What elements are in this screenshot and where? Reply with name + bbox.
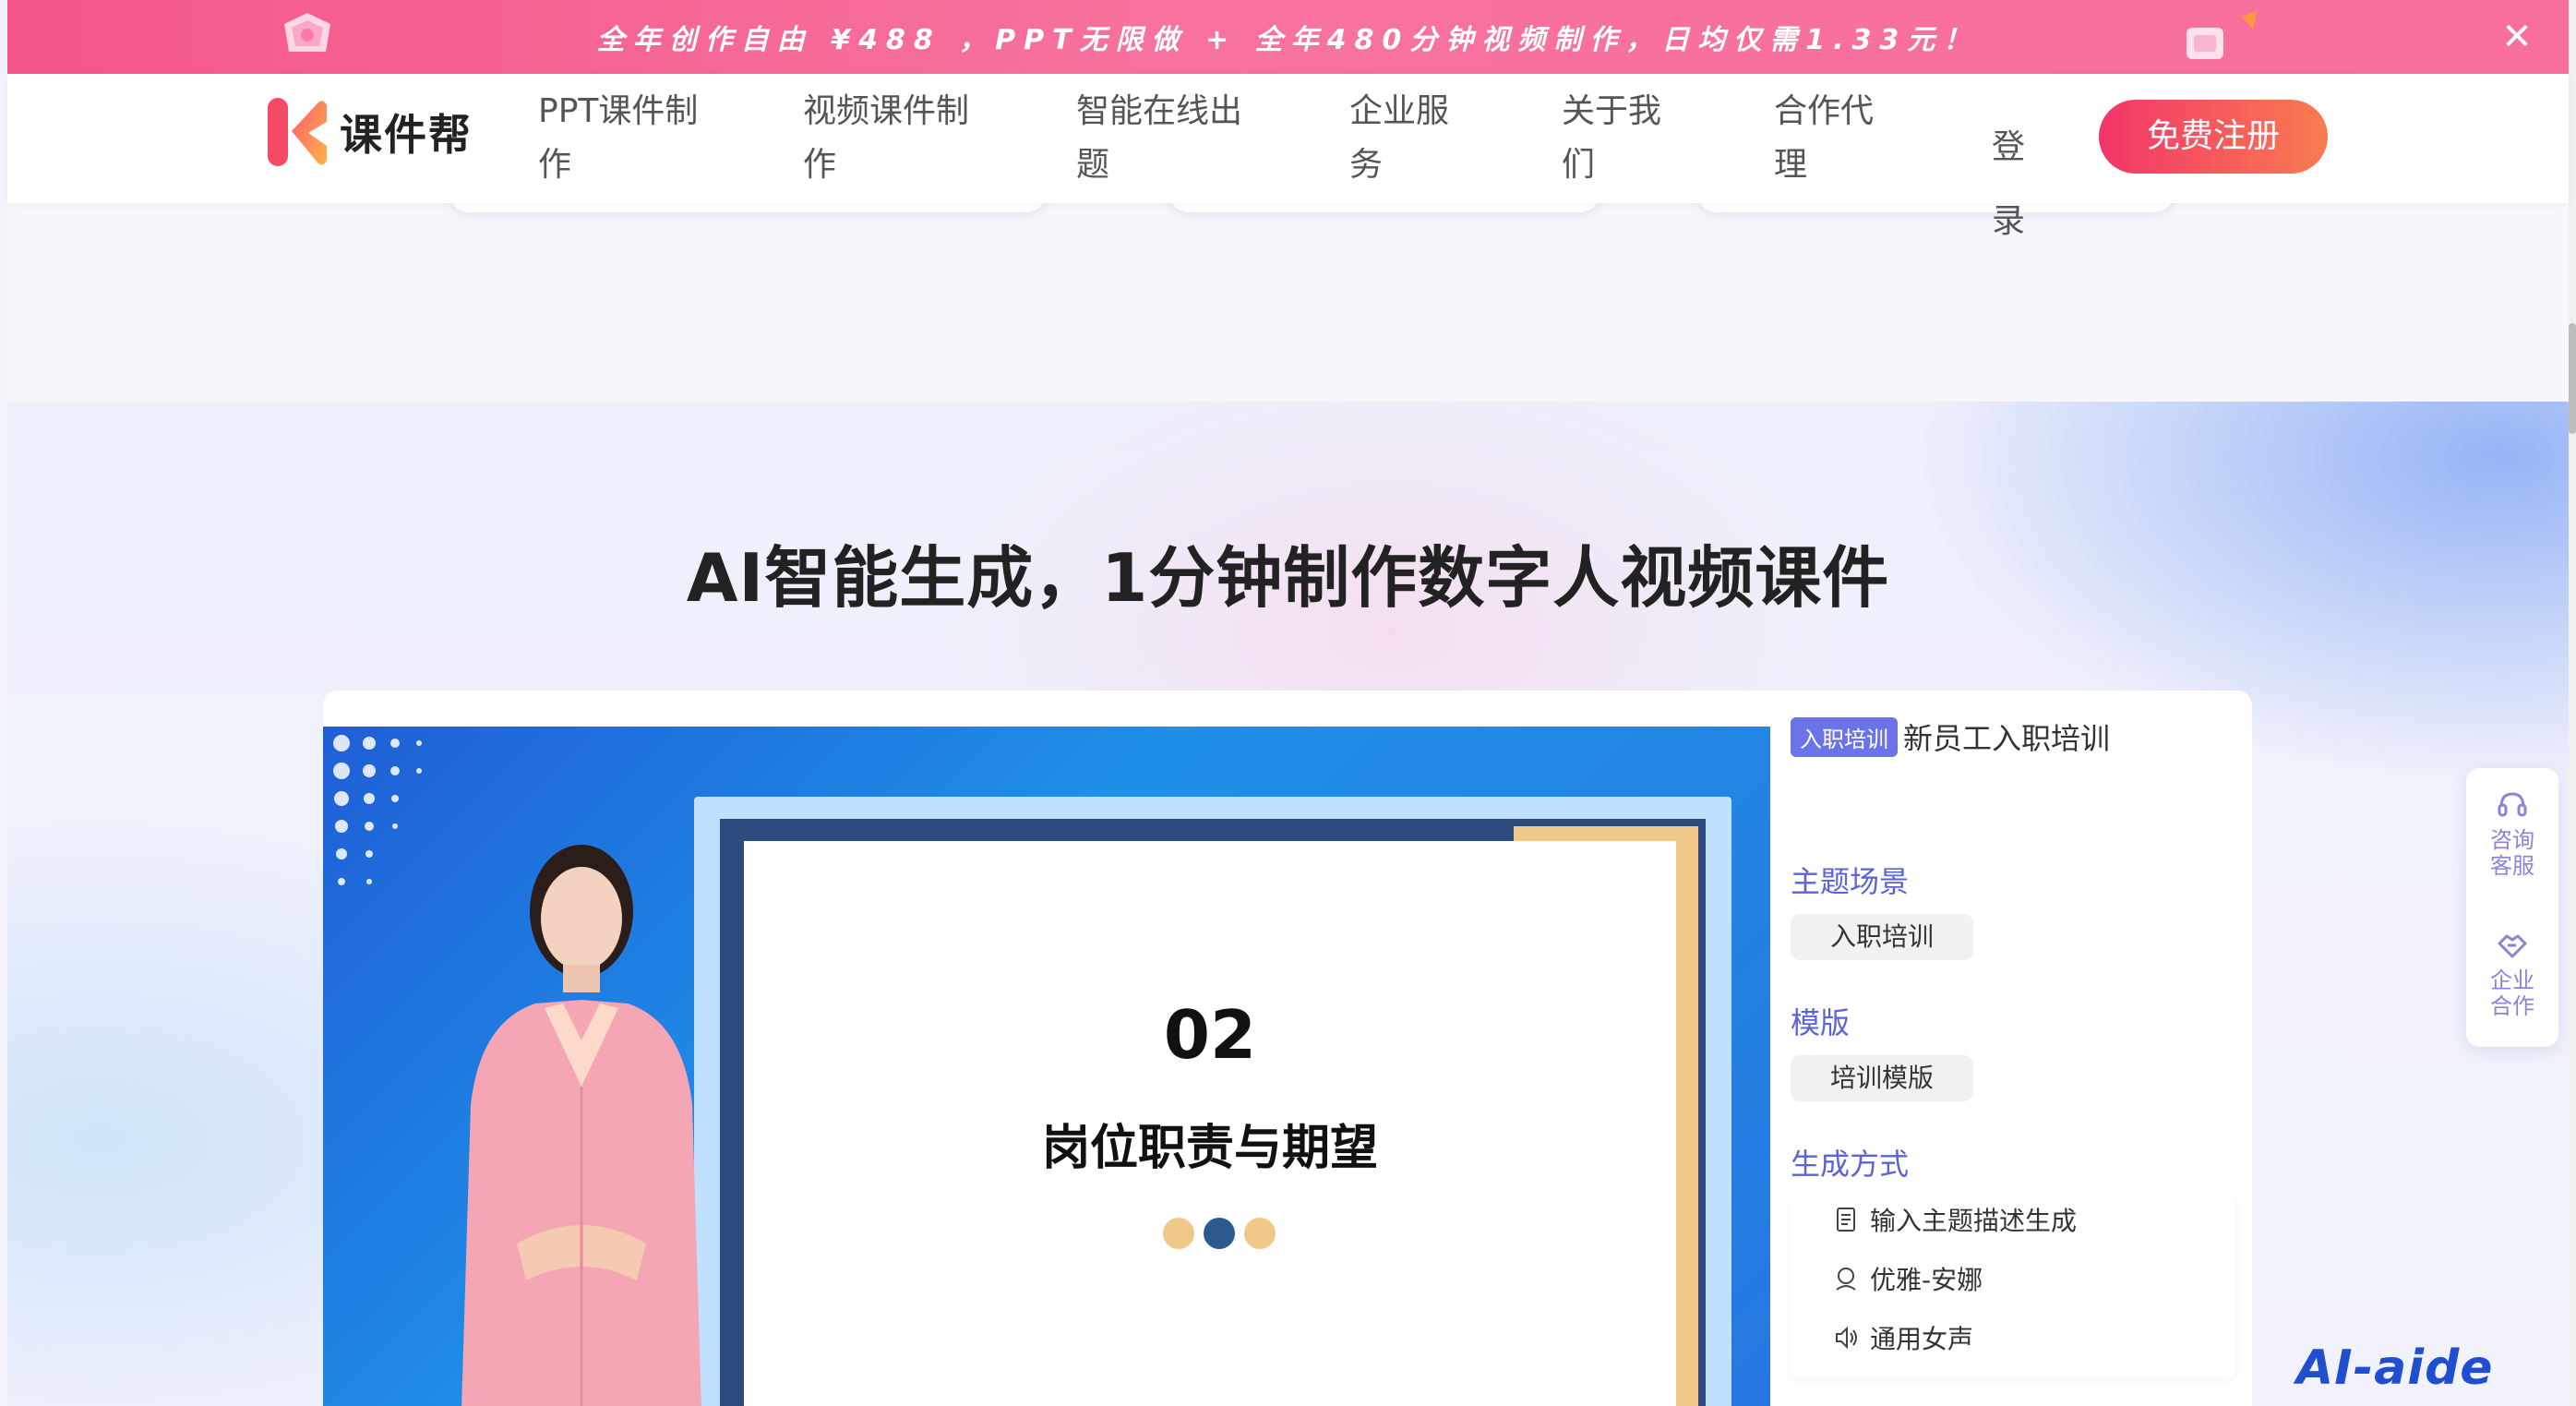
login-label: 登	[1992, 128, 2026, 166]
nav-label: 企业服	[1349, 92, 1450, 130]
slide-dots	[1163, 1218, 1276, 1249]
promo-text: 全年创作自由 ¥488 ，PPT无限做 + 全年480分钟视频制作，日均仅需1.…	[596, 24, 1980, 56]
voice-avatar-icon	[1836, 1268, 1856, 1291]
method-text: 通用女声	[1870, 1324, 1974, 1354]
site-header: 课件帮 PPT课件制 作 视频课件制 作 智能在线出 题 企业服 务 关于我 们…	[7, 74, 2569, 240]
gift-box-icon	[284, 13, 330, 52]
nav-smart-quiz[interactable]: 智能在线出 题	[1076, 85, 1242, 192]
nav-label: 作	[803, 146, 837, 184]
method-item[interactable]: 输入主题描述生成	[1831, 1201, 2077, 1238]
float-label: 咨询	[2490, 827, 2534, 853]
dot	[1163, 1218, 1194, 1249]
nav-label: 务	[1349, 146, 1384, 184]
scrollbar[interactable]	[2569, 0, 2576, 1406]
dot	[1244, 1218, 1276, 1249]
register-button[interactable]: 免费注册	[2099, 100, 2328, 174]
nav-label: 合作代	[1774, 92, 1875, 130]
nav-label: 理	[1774, 146, 1808, 184]
nav-label: 作	[538, 146, 572, 184]
login-label: 录	[1992, 202, 2026, 240]
theme-chip[interactable]: 入职培训	[1791, 914, 1973, 960]
document-icon	[1837, 1208, 1855, 1232]
handshake-icon	[2498, 934, 2527, 958]
nav-label: 关于我	[1562, 92, 1662, 130]
gift-decoration-icon	[2187, 11, 2257, 59]
slide: 02 岗位职责与期望	[744, 841, 1676, 1406]
previous-section	[7, 203, 2569, 402]
consult-service-button[interactable]: 咨询 客服	[2466, 787, 2558, 879]
logo-k-icon	[268, 98, 327, 166]
slide-title: 岗位职责与期望	[1041, 1121, 1378, 1176]
speaker-icon	[1836, 1326, 1857, 1350]
nav-partner-agent[interactable]: 合作代 理	[1774, 85, 1874, 192]
dot	[1204, 1218, 1235, 1249]
nav-label: 视频课件制	[803, 92, 970, 130]
nav-label: 题	[1076, 146, 1110, 184]
logo[interactable]: 课件帮	[264, 94, 473, 170]
nav-about-us[interactable]: 关于我 们	[1562, 85, 1661, 192]
close-icon[interactable]: ✕	[2497, 17, 2537, 57]
nav-enterprise-service[interactable]: 企业服 务	[1349, 85, 1449, 192]
login-link[interactable]: 登 录	[1992, 111, 2038, 258]
course-tag-row: 入职培训 新员工入职培训	[1791, 715, 2110, 758]
float-label: 合作	[2490, 993, 2534, 1019]
course-title: 新员工入职培训	[1903, 721, 2111, 756]
nav-ppt-courseware[interactable]: PPT课件制 作	[538, 85, 698, 192]
headset-icon	[2498, 792, 2527, 817]
template-chip[interactable]: 培训模版	[1791, 1055, 1973, 1101]
theme-label: 主题场景	[1791, 864, 1910, 899]
scrollbar-thumb[interactable]	[2569, 323, 2576, 434]
category-badge: 入职培训	[1791, 716, 1898, 757]
float-label: 客服	[2490, 853, 2534, 879]
promo-banner[interactable]: 全年创作自由 ¥488 ，PPT无限做 + 全年480分钟视频制作，日均仅需1.…	[7, 0, 2569, 74]
float-label: 企业	[2490, 967, 2534, 993]
video-preview[interactable]: 02 岗位职责与期望	[323, 727, 1770, 1406]
method-label: 生成方式	[1791, 1147, 1910, 1182]
nav-label: PPT课件制	[538, 92, 699, 130]
generation-methods: 输入主题描述生成 优雅-安娜 通用女声	[1791, 1194, 2235, 1378]
watermark-logo: AI-aide	[2296, 1340, 2494, 1396]
method-item[interactable]: 通用女声	[1831, 1319, 1973, 1356]
method-text: 优雅-安娜	[1870, 1265, 1983, 1295]
enterprise-cooperation-button[interactable]: 企业 合作	[2466, 927, 2558, 1019]
section-title: AI智能生成，1分钟制作数字人视频课件	[686, 539, 1890, 617]
template-label: 模版	[1791, 1005, 1851, 1040]
method-item[interactable]: 优雅-安娜	[1831, 1260, 1983, 1297]
nav-label: 智能在线出	[1076, 92, 1243, 130]
method-text: 输入主题描述生成	[1870, 1206, 2078, 1236]
slide-number: 02	[1163, 996, 1257, 1074]
digital-presenter-avatar	[461, 845, 701, 1406]
logo-text: 课件帮	[340, 110, 473, 160]
nav-label: 们	[1562, 146, 1596, 184]
floating-service-panel: 咨询 客服 企业 合作	[2466, 768, 2558, 1047]
nav-video-courseware[interactable]: 视频课件制 作	[803, 85, 969, 192]
